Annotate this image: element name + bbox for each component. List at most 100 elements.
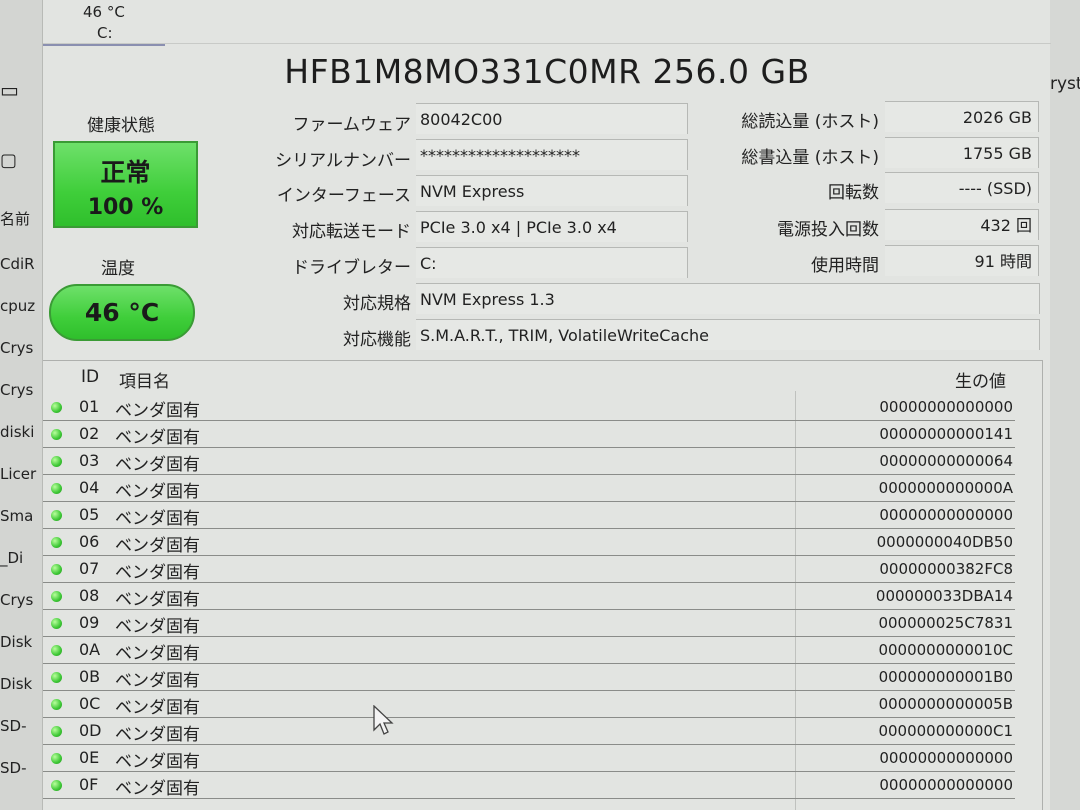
row-id: 0E	[79, 748, 100, 767]
row-id: 0A	[79, 640, 101, 659]
table-row[interactable]: 04 ベンダ固有 0000000000000A	[43, 475, 1015, 502]
table-row[interactable]: 02 ベンダ固有 00000000000141	[43, 421, 1015, 448]
table-row[interactable]: 09 ベンダ固有 000000025C7831	[43, 610, 1015, 637]
background-app-list: ▭ ▢ 名前 CdiR cpuz Crys Crys diski Licer S…	[0, 0, 42, 810]
status-dot-icon	[51, 618, 62, 629]
row-raw: 00000000382FC8	[879, 560, 1013, 578]
status-dot-icon	[51, 726, 62, 737]
bg-list-item[interactable]: diski	[0, 423, 42, 441]
drive-tab-letter: C:	[97, 24, 113, 42]
bg-list-item[interactable]: Licer	[0, 465, 42, 483]
bg-list-item[interactable]: SD-	[0, 717, 42, 735]
status-dot-icon	[51, 672, 62, 683]
row-id: 0B	[79, 667, 101, 686]
bg-list-item[interactable]: _Di	[0, 549, 42, 567]
row-id: 0D	[79, 721, 102, 740]
row-raw: 00000000000000	[879, 506, 1013, 524]
table-row[interactable]: 03 ベンダ固有 00000000000064	[43, 448, 1015, 475]
row-raw: 0000000000010C	[878, 641, 1013, 659]
search-icon: ▢	[0, 150, 18, 171]
table-row[interactable]: 0E ベンダ固有 00000000000000	[43, 745, 1015, 772]
row-name: ベンダ固有	[115, 428, 200, 448]
status-dot-icon	[51, 780, 62, 791]
model-title: HFB1M8MO331C0MR 256.0 GB	[284, 52, 810, 91]
row-name: ベンダ固有	[115, 725, 200, 745]
mouse-cursor-icon	[373, 705, 394, 735]
bg-list-item[interactable]: Sma	[0, 507, 42, 525]
header-name[interactable]: 項目名	[119, 367, 170, 392]
firmware-value: 80042C00	[416, 103, 688, 134]
table-row[interactable]: 0F ベンダ固有 00000000000000	[43, 772, 1015, 799]
bg-list-item[interactable]: CdiR	[0, 255, 42, 273]
title-divider	[43, 43, 1051, 44]
table-row[interactable]: 06 ベンダ固有 0000000040DB50	[43, 529, 1015, 556]
row-name: ベンダ固有	[115, 779, 200, 799]
status-dot-icon	[51, 645, 62, 656]
row-name: ベンダ固有	[115, 644, 200, 664]
features-label: 対応機能	[343, 330, 411, 350]
health-label: 健康状態	[87, 116, 155, 136]
serial-value: ********************	[416, 139, 688, 170]
status-dot-icon	[51, 510, 62, 521]
bg-list-item[interactable]: Crys	[0, 339, 42, 357]
bg-list-item[interactable]: Crys	[0, 381, 42, 399]
bg-list-item[interactable]: Disk	[0, 675, 42, 693]
bg-list-item[interactable]: Disk	[0, 633, 42, 651]
row-name: ベンダ固有	[115, 482, 200, 502]
table-row[interactable]: 0A ベンダ固有 0000000000010C	[43, 637, 1015, 664]
interface-label: インターフェース	[276, 186, 411, 206]
bg-list-item[interactable]: SD-	[0, 759, 42, 777]
background-window-right: ryst	[1048, 0, 1080, 810]
header-raw[interactable]: 生の値	[955, 367, 1006, 392]
row-name: ベンダ固有	[115, 698, 200, 718]
disk-info-window: 46 °C C: HFB1M8MO331C0MR 256.0 GB 健康状態 正…	[42, 0, 1051, 810]
row-raw: 0000000000005B	[878, 695, 1013, 713]
row-raw: 00000000000000	[879, 398, 1013, 416]
row-id: 06	[79, 532, 100, 551]
transfer-mode-value: PCIe 3.0 x4 | PCIe 3.0 x4	[416, 211, 688, 242]
row-id: 0F	[79, 775, 99, 794]
temperature-label: 温度	[101, 259, 135, 279]
interface-value: NVM Express	[416, 175, 688, 206]
table-row[interactable]: 0D ベンダ固有 000000000000C1	[43, 718, 1015, 745]
smart-table[interactable]: ID 項目名 生の値 01 ベンダ固有 00000000000000 02 ベンダ固有…	[43, 360, 1043, 810]
table-row[interactable]: 07 ベンダ固有 00000000382FC8	[43, 556, 1015, 583]
host-reads-label: 総読込量 (ホスト)	[741, 112, 879, 132]
bg-window-title: ryst	[1050, 74, 1080, 94]
health-status-badge[interactable]: 正常 100 %	[53, 141, 198, 228]
status-dot-icon	[51, 429, 62, 440]
row-id: 09	[79, 613, 100, 632]
row-id: 03	[79, 451, 100, 470]
bg-list-item: 名前	[0, 210, 31, 228]
table-row[interactable]: 01 ベンダ固有 00000000000000	[43, 394, 1015, 421]
row-id: 01	[79, 397, 100, 416]
bg-list-item[interactable]: cpuz	[0, 297, 42, 315]
table-row[interactable]: 0C ベンダ固有 0000000000005B	[43, 691, 1015, 718]
row-id: 0C	[79, 694, 101, 713]
table-row[interactable]: 0B ベンダ固有 000000000001B0	[43, 664, 1015, 691]
row-name: ベンダ固有	[115, 671, 200, 691]
firmware-label: ファームウェア	[292, 115, 412, 135]
row-raw: 00000000000000	[879, 776, 1013, 794]
row-raw: 00000000000064	[879, 452, 1013, 470]
status-dot-icon	[51, 591, 62, 602]
row-id: 08	[79, 586, 100, 605]
row-id: 05	[79, 505, 100, 524]
row-name: ベンダ固有	[115, 752, 200, 772]
drive-tab[interactable]: 46 °C C:	[43, 0, 165, 46]
row-name: ベンダ固有	[115, 563, 200, 583]
drive-letter-value: C:	[416, 247, 688, 278]
bg-list-item[interactable]: Crys	[0, 591, 42, 609]
row-raw: 0000000000000A	[878, 479, 1013, 497]
power-on-count-value: 432 回	[885, 209, 1039, 240]
table-row[interactable]: 08 ベンダ固有 000000033DBA14	[43, 583, 1015, 610]
monitor-icon: ▭	[0, 78, 19, 102]
row-name: ベンダ固有	[115, 536, 200, 556]
temperature-badge[interactable]: 46 °C	[49, 284, 195, 341]
table-row[interactable]: 05 ベンダ固有 00000000000000	[43, 502, 1015, 529]
row-id: 07	[79, 559, 100, 578]
header-id[interactable]: ID	[81, 367, 99, 387]
row-id: 04	[79, 478, 100, 497]
status-dot-icon	[51, 564, 62, 575]
power-on-hours-label: 使用時間	[811, 256, 879, 276]
